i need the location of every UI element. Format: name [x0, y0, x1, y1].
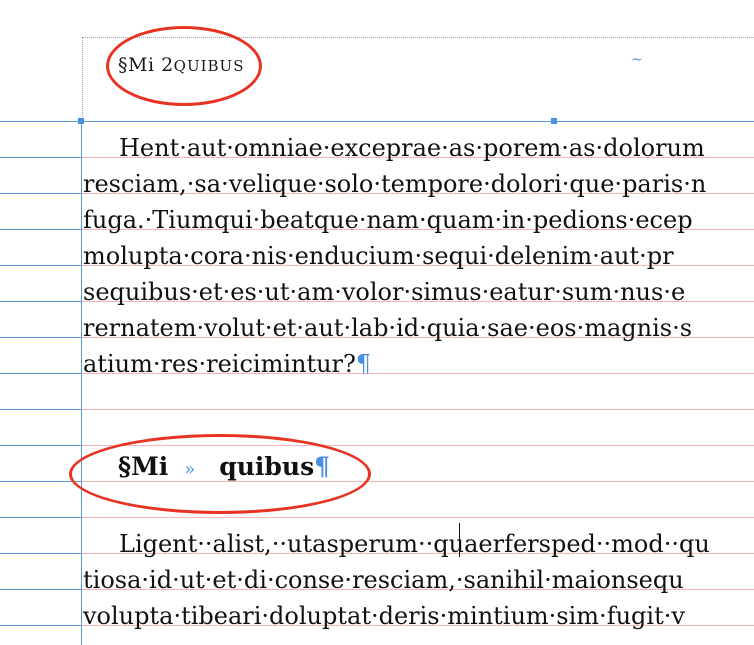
margin-guide-tick — [0, 553, 82, 554]
text-line: rernatem·volut·et·aut·lab·id·quia·sae·eo… — [83, 314, 693, 342]
text-line: Hent·aut·omniae·exceprae·as·porem·as·dol… — [119, 134, 705, 162]
text-line: sequibus·et·es·ut·am·volor·simus·eatur·s… — [83, 278, 686, 306]
margin-guide-tick — [0, 409, 82, 410]
text-frame-edge[interactable] — [82, 121, 754, 122]
baseline-grid-line — [82, 409, 754, 410]
document-canvas[interactable]: §Mi 2quibus ~ Hent·aut·omniae·exceprae·a… — [0, 0, 754, 645]
text-line: resciam,·sa·velique·solo·tempore·dolori·… — [83, 170, 707, 198]
margin-guide-tick — [0, 445, 82, 446]
margin-guide-tick — [0, 625, 82, 626]
margin-guide-tick — [0, 301, 82, 302]
text-line: volupta·tibeari·doluptat·deris·mintium·s… — [83, 602, 685, 630]
margin-guide-tick — [0, 229, 82, 230]
text-line: tiosa·id·ut·et·di·conse·resciam,·sanihil… — [83, 566, 684, 594]
paragraph-1[interactable]: Hent·aut·omniae·exceprae·as·porem·as·dol… — [83, 130, 706, 382]
margin-guide[interactable] — [81, 121, 82, 645]
margin-guide-tick — [0, 517, 82, 518]
margin-guide-tick — [0, 481, 82, 482]
text-line: fuga.·Tiumqui·beatque·nam·quam·in·pedion… — [83, 206, 693, 234]
margin-guide-tick — [0, 265, 82, 266]
highlight-ellipse-running-head — [106, 26, 262, 106]
text-line: Ligent··alist,··utasperum··quaerfersped·… — [119, 530, 710, 558]
text-line: atium·res·reicimintur?¶ — [83, 350, 372, 378]
baseline-grid-line — [82, 517, 754, 518]
margin-guide-tick — [0, 121, 82, 122]
tilde-mark: ~ — [631, 52, 643, 68]
margin-guide-tick — [0, 193, 82, 194]
margin-guide-tick — [0, 337, 82, 338]
text-cursor — [459, 523, 460, 557]
paragraph-2[interactable]: Ligent··alist,··utasperum··quaerfersped·… — [83, 526, 710, 634]
frame-handle-center[interactable] — [551, 118, 557, 124]
margin-guide-tick — [0, 589, 82, 590]
pilcrow-mark: ¶ — [355, 350, 372, 378]
highlight-ellipse-heading — [69, 434, 371, 514]
margin-guide-tick — [0, 157, 82, 158]
margin-guide-tick — [0, 373, 82, 374]
text-line: molupta·cora·nis·enducium·sequi·delenim·… — [83, 242, 674, 270]
text-frame-left-edge — [82, 37, 83, 121]
